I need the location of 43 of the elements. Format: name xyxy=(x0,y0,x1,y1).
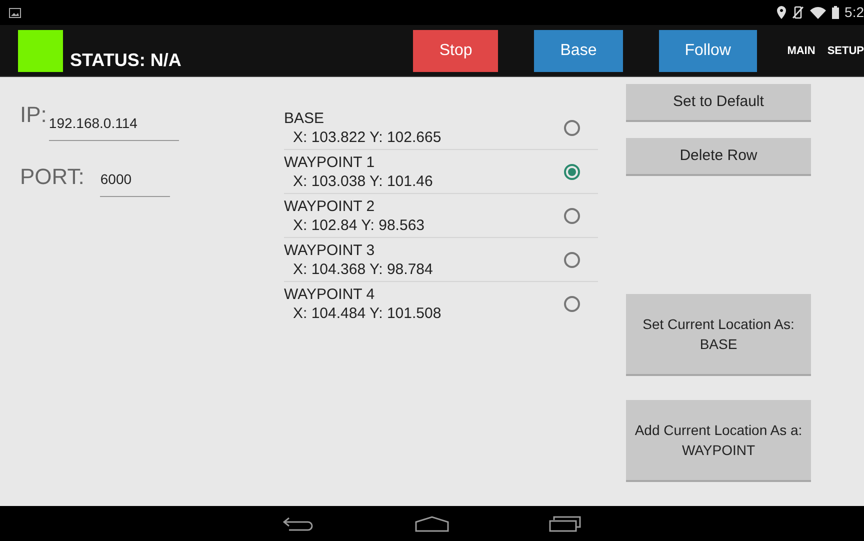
location-name: WAYPOINT 4 xyxy=(284,285,376,304)
location-name: WAYPOINT 1 xyxy=(284,152,376,172)
vibrate-off-icon xyxy=(792,6,804,20)
location-coords: X: 103.038 Y: 101.46 xyxy=(292,172,433,191)
ip-label: IP: xyxy=(20,101,47,130)
location-row[interactable]: WAYPOINT 1 X: 103.038 Y: 101.46 xyxy=(284,150,598,194)
radio-button[interactable] xyxy=(564,296,580,312)
location-coords: X: 104.368 Y: 98.784 xyxy=(292,260,433,279)
menu-tab[interactable]: SETUP xyxy=(827,42,864,60)
location-row[interactable]: BASE X: 103.822 Y: 102.665 xyxy=(284,106,598,150)
location-name: WAYPOINT 3 xyxy=(284,240,376,260)
port-label: PORT: xyxy=(20,163,84,192)
location-name: BASE xyxy=(284,108,326,128)
location-name: WAYPOINT 2 xyxy=(284,196,376,216)
image-icon xyxy=(9,8,21,18)
port-field[interactable]: 6000 xyxy=(100,165,170,198)
home-icon[interactable] xyxy=(415,516,449,532)
recent-apps-icon[interactable] xyxy=(549,516,581,532)
location-coords: X: 102.84 Y: 98.563 xyxy=(292,216,425,235)
location-pin-icon xyxy=(776,6,786,20)
location-row[interactable]: WAYPOINT 2 X: 102.84 Y: 98.563 xyxy=(284,194,598,238)
radio-button[interactable] xyxy=(564,208,580,224)
battery-icon xyxy=(832,6,839,20)
location-row[interactable]: WAYPOINT 3 X: 104.368 Y: 98.784 xyxy=(284,238,598,282)
location-coords: X: 103.822 Y: 102.665 xyxy=(292,128,442,147)
wifi-icon xyxy=(810,6,826,19)
radio-button[interactable] xyxy=(564,252,580,268)
location-row[interactable]: WAYPOINT 4 X: 104.484 Y: 101.508 xyxy=(284,282,598,326)
action-button[interactable]: Base xyxy=(534,30,623,72)
ip-field[interactable]: 192.168.0.114 xyxy=(48,109,179,142)
menu-tab[interactable]: MAIN xyxy=(787,42,816,60)
action-button[interactable]: Follow xyxy=(658,30,757,72)
status-text: STATUS: N/A xyxy=(70,49,182,72)
location-coords: X: 104.484 Y: 101.508 xyxy=(292,304,442,324)
action-button[interactable]: Stop xyxy=(413,30,498,72)
clock-time: 5:2 xyxy=(844,3,864,22)
action-button[interactable]: Add Current Location As a: WAYPOINT xyxy=(626,400,811,482)
radio-button[interactable] xyxy=(564,120,580,136)
action-button[interactable]: Delete Row xyxy=(626,138,811,176)
action-button[interactable]: Set to Default xyxy=(626,84,811,122)
action-button[interactable]: Set Current Location As: BASE xyxy=(626,294,811,376)
back-icon[interactable] xyxy=(283,516,315,531)
radio-button[interactable] xyxy=(564,164,580,180)
